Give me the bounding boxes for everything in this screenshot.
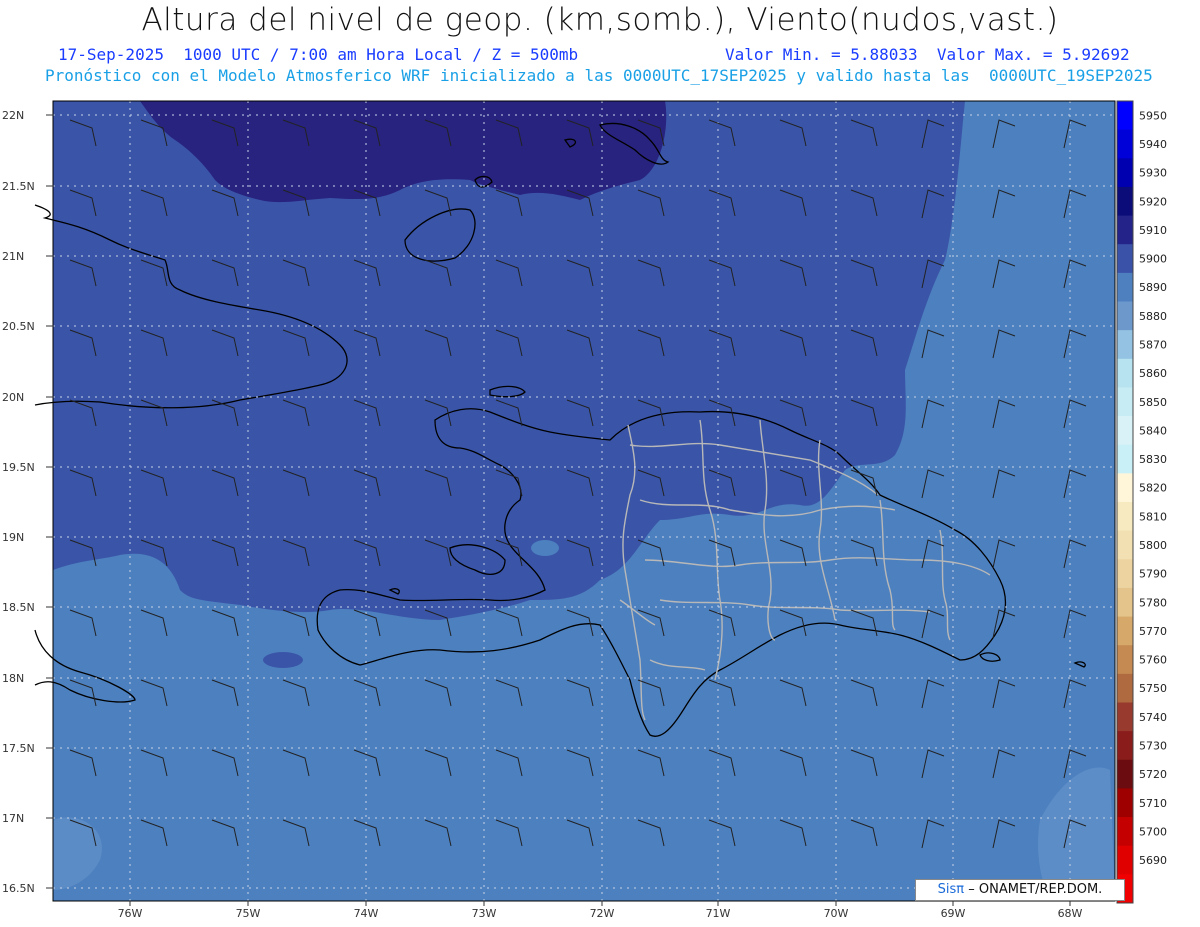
colorbar-swatch	[1117, 673, 1133, 703]
colorbar-label: 5870	[1139, 338, 1167, 351]
colorbar-swatch	[1117, 817, 1133, 847]
colorbar-swatch	[1117, 416, 1133, 446]
colorbar-label: 5880	[1139, 310, 1167, 323]
colorbar-swatch	[1117, 502, 1133, 532]
colorbar-label: 5920	[1139, 195, 1167, 208]
lon-label: 74W	[354, 907, 379, 920]
colorbar-swatch	[1117, 702, 1133, 732]
colorbar-swatch	[1117, 587, 1133, 618]
colorbar-label: 5820	[1139, 482, 1167, 495]
colorbar-label: 5910	[1139, 224, 1167, 237]
lat-axis: 22N 21.5N 21N 20.5N 20N 19.5N 19N 18.5N …	[2, 109, 35, 895]
colorbar-swatch	[1117, 301, 1133, 331]
colorbar-swatch	[1117, 473, 1133, 503]
colorbar-swatch	[1117, 731, 1133, 761]
lat-label: 19N	[2, 531, 24, 544]
lat-label: 16.5N	[2, 882, 35, 895]
colorbar-label: 5720	[1139, 768, 1167, 781]
colorbar-label: 5900	[1139, 253, 1167, 266]
colorbar-swatch	[1117, 759, 1133, 789]
colorbar-swatch	[1117, 559, 1133, 589]
colorbar-label: 5700	[1139, 825, 1167, 838]
colorbar-swatch	[1117, 244, 1133, 274]
field-patch-2	[531, 540, 559, 556]
colorbar-swatch	[1117, 215, 1133, 245]
lon-label: 73W	[472, 907, 497, 920]
colorbar-label: 5840	[1139, 424, 1167, 437]
lat-label: 17N	[2, 812, 24, 825]
colorbar-label: 5780	[1139, 596, 1167, 609]
lon-axis: 76W 75W 74W 73W 72W 71W 70W 69W 68W	[118, 907, 1083, 920]
colorbar-label: 5750	[1139, 682, 1167, 695]
colorbar-swatch	[1117, 158, 1133, 188]
colorbar-swatch	[1117, 129, 1133, 159]
lon-label: 76W	[118, 907, 143, 920]
colorbar-swatch	[1117, 788, 1133, 818]
colorbar-label: 5930	[1139, 167, 1167, 180]
colorbar-label: 5860	[1139, 367, 1167, 380]
lat-ticks	[46, 114, 53, 889]
colorbar-label: 5760	[1139, 654, 1167, 667]
colorbar-label: 5810	[1139, 510, 1167, 523]
colorbar-label: 5740	[1139, 711, 1167, 724]
lon-label: 69W	[941, 907, 966, 920]
colorbar-label: 5790	[1139, 568, 1167, 581]
lat-label: 20.5N	[2, 320, 35, 333]
colorbar-label: 5800	[1139, 539, 1167, 552]
lat-label: 20N	[2, 391, 24, 404]
colorbar-label: 5690	[1139, 854, 1167, 867]
colorbar-swatch	[1117, 272, 1133, 302]
lat-label: 18.5N	[2, 601, 35, 614]
colorbar-label: 5950	[1139, 109, 1167, 122]
colorbar-label: 5830	[1139, 453, 1167, 466]
colorbar-swatch	[1117, 616, 1133, 646]
lat-label: 21N	[2, 250, 24, 263]
lon-ticks	[129, 901, 1071, 906]
lat-label: 19.5N	[2, 461, 35, 474]
field-patch-1	[263, 652, 303, 668]
lat-label: 22N	[2, 109, 24, 122]
geopotential-map: 22N 21.5N 21N 20.5N 20N 19.5N 19N 18.5N …	[2, 100, 1167, 920]
colorbar-swatch	[1117, 845, 1133, 875]
lon-label: 68W	[1058, 907, 1083, 920]
credit-text: – ONAMET/REP.DOM.	[968, 882, 1103, 897]
colorbar-swatch	[1117, 530, 1133, 560]
lon-label: 71W	[706, 907, 731, 920]
colorbar-label: 5730	[1139, 739, 1167, 752]
colorbar-swatch	[1117, 387, 1133, 417]
colorbar-label: 5850	[1139, 396, 1167, 409]
colorbar-swatch	[1117, 444, 1133, 474]
lon-label: 72W	[590, 907, 615, 920]
lat-label: 18N	[2, 672, 24, 685]
colorbar-label: 5940	[1139, 138, 1167, 151]
colorbar-label: 5890	[1139, 281, 1167, 294]
colorbar-label: 5770	[1139, 625, 1167, 638]
lat-label: 21.5N	[2, 180, 35, 193]
lat-label: 17.5N	[2, 742, 35, 755]
colorbar-swatch	[1117, 645, 1133, 675]
colorbar: 5950 5940 5930 5920 5910 5900 5890 5880 5870 5860…	[1116, 100, 1167, 904]
credit-box: Sisπ – ONAMET/REP.DOM.	[915, 879, 1125, 901]
colorbar-swatch	[1117, 358, 1133, 388]
colorbar-swatch	[1117, 186, 1133, 217]
colorbar-swatch	[1117, 101, 1133, 131]
lon-label: 75W	[236, 907, 261, 920]
colorbar-swatch	[1117, 330, 1133, 360]
colorbar-label: 5710	[1139, 797, 1167, 810]
lon-label: 70W	[824, 907, 849, 920]
sis-logo-text: Sisπ	[937, 882, 965, 897]
